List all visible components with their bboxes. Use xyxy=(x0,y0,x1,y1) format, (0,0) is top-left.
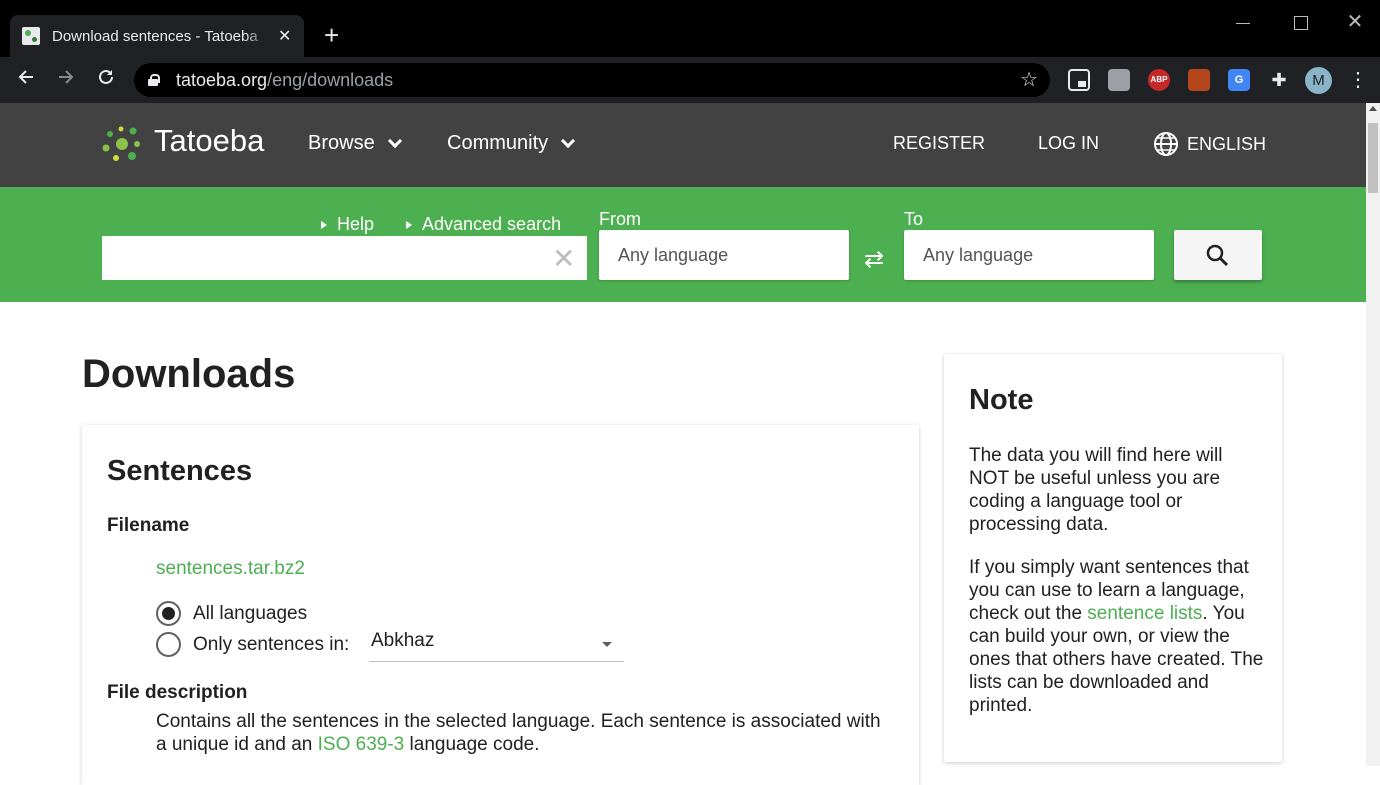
language-label: ENGLISH xyxy=(1187,133,1267,154)
browser-tab-bar: Download sentences - Tatoeba ✕ + ✕ xyxy=(0,0,1380,57)
radio-all-languages-row[interactable]: All languages xyxy=(156,601,307,626)
back-arrow-icon[interactable] xyxy=(12,66,40,94)
file-download-link[interactable]: sentences.tar.bz2 xyxy=(156,558,305,580)
lock-icon xyxy=(148,74,160,86)
iso-639-3-link[interactable]: ISO 639-3 xyxy=(318,734,405,755)
radio-all-languages[interactable] xyxy=(156,601,181,626)
extension-ghost-icon[interactable] xyxy=(1108,69,1130,91)
language-dropdown-value: Abkhaz xyxy=(371,630,435,651)
globe-icon xyxy=(1154,132,1178,156)
sentences-card: Sentences Filename sentences.tar.bz2 All… xyxy=(82,425,919,785)
description-text-part: language code. xyxy=(404,734,540,755)
clear-search-icon[interactable]: ✕ xyxy=(552,245,575,273)
chevron-down-icon xyxy=(561,133,576,149)
search-button[interactable] xyxy=(1174,230,1262,280)
reload-icon[interactable] xyxy=(92,66,120,94)
browser-toolbar: tatoeba.org/eng/downloads ☆ ABP G ✚ M ⋮ xyxy=(0,57,1380,103)
help-link[interactable]: Help xyxy=(321,214,374,235)
chevron-down-icon xyxy=(387,133,402,149)
tab-title: Download sentences - Tatoeba xyxy=(52,27,258,45)
caret-down-icon xyxy=(602,642,612,647)
page-title: Downloads xyxy=(82,352,296,396)
profile-avatar[interactable]: M xyxy=(1305,67,1332,94)
advanced-search-label: Advanced search xyxy=(422,214,562,234)
radio-only-sentences-row[interactable]: Only sentences in: xyxy=(156,632,349,657)
forward-arrow-icon[interactable] xyxy=(52,66,80,94)
from-language-select[interactable]: Any language xyxy=(599,230,849,280)
file-description-text: Contains all the sentences in the select… xyxy=(156,710,896,756)
site-logo-text[interactable]: Tatoeba xyxy=(154,123,264,159)
register-link[interactable]: REGISTER xyxy=(893,133,985,154)
note-paragraph: The data you will find here will NOT be … xyxy=(969,445,1223,535)
window-close-icon[interactable]: ✕ xyxy=(1340,10,1370,36)
page-scrollbar[interactable] xyxy=(1366,103,1380,766)
radio-only-sentences-label: Only sentences in: xyxy=(193,633,350,655)
from-label: From xyxy=(599,209,641,229)
help-label: Help xyxy=(337,214,375,234)
nav-community-label: Community xyxy=(447,132,549,154)
login-link[interactable]: LOG IN xyxy=(1038,133,1099,154)
triangle-right-icon xyxy=(321,220,327,229)
site-header: Tatoeba Browse Community REGISTER LOG IN… xyxy=(0,103,1366,187)
tab-close-icon[interactable]: ✕ xyxy=(278,26,291,46)
language-dropdown[interactable]: Abkhaz xyxy=(369,625,624,662)
sentence-lists-link[interactable]: sentence lists xyxy=(1087,603,1202,624)
browser-tab[interactable]: Download sentences - Tatoeba ✕ xyxy=(10,15,304,57)
scroll-up-icon[interactable] xyxy=(1369,106,1377,111)
url-host: tatoeba.org xyxy=(176,69,268,90)
nav-community-menu[interactable]: Community xyxy=(447,132,576,155)
note-paragraph: If you simply want sentences that you ca… xyxy=(969,556,1264,717)
radio-only-sentences[interactable] xyxy=(156,632,181,657)
triangle-right-icon xyxy=(406,220,412,229)
extension-book-icon[interactable] xyxy=(1188,69,1210,91)
window-minimize-icon[interactable] xyxy=(1228,10,1258,36)
new-tab-icon[interactable]: + xyxy=(324,22,339,48)
note-card: Note The data you will find here will NO… xyxy=(944,354,1282,762)
address-bar[interactable]: tatoeba.org/eng/downloads ☆ xyxy=(134,63,1050,97)
file-description-label: File description xyxy=(107,682,248,703)
search-input[interactable] xyxy=(102,236,587,280)
nav-browse-label: Browse xyxy=(308,132,375,154)
radio-all-languages-label: All languages xyxy=(193,602,308,624)
search-bar: Help Advanced search ✕ From Any language… xyxy=(0,187,1366,302)
swap-languages-icon[interactable]: ⇄ xyxy=(864,245,884,274)
to-language-select[interactable]: Any language xyxy=(904,230,1154,280)
advanced-search-link[interactable]: Advanced search xyxy=(406,214,561,235)
url-path: /eng/downloads xyxy=(267,69,394,90)
adblock-icon[interactable]: ABP xyxy=(1148,69,1170,91)
section-title: Sentences xyxy=(107,455,253,487)
tatoeba-favicon-icon xyxy=(22,27,40,45)
filename-label: Filename xyxy=(107,515,190,536)
to-label: To xyxy=(904,209,924,229)
language-menu[interactable]: ENGLISH xyxy=(1153,131,1266,157)
note-title: Note xyxy=(969,384,1034,416)
search-icon xyxy=(1206,244,1229,267)
picture-in-picture-icon[interactable] xyxy=(1068,69,1090,91)
more-vert-icon[interactable]: ⋮ xyxy=(1348,67,1368,93)
nav-browse-menu[interactable]: Browse xyxy=(308,132,402,155)
star-icon[interactable]: ☆ xyxy=(1020,67,1038,92)
google-translate-icon[interactable]: G xyxy=(1228,69,1250,91)
extension-puzzle-icon[interactable]: ✚ xyxy=(1268,69,1290,91)
tatoeba-logo-icon[interactable] xyxy=(102,124,142,164)
scrollbar-thumb[interactable] xyxy=(1368,123,1378,193)
window-maximize-icon[interactable] xyxy=(1285,10,1315,36)
